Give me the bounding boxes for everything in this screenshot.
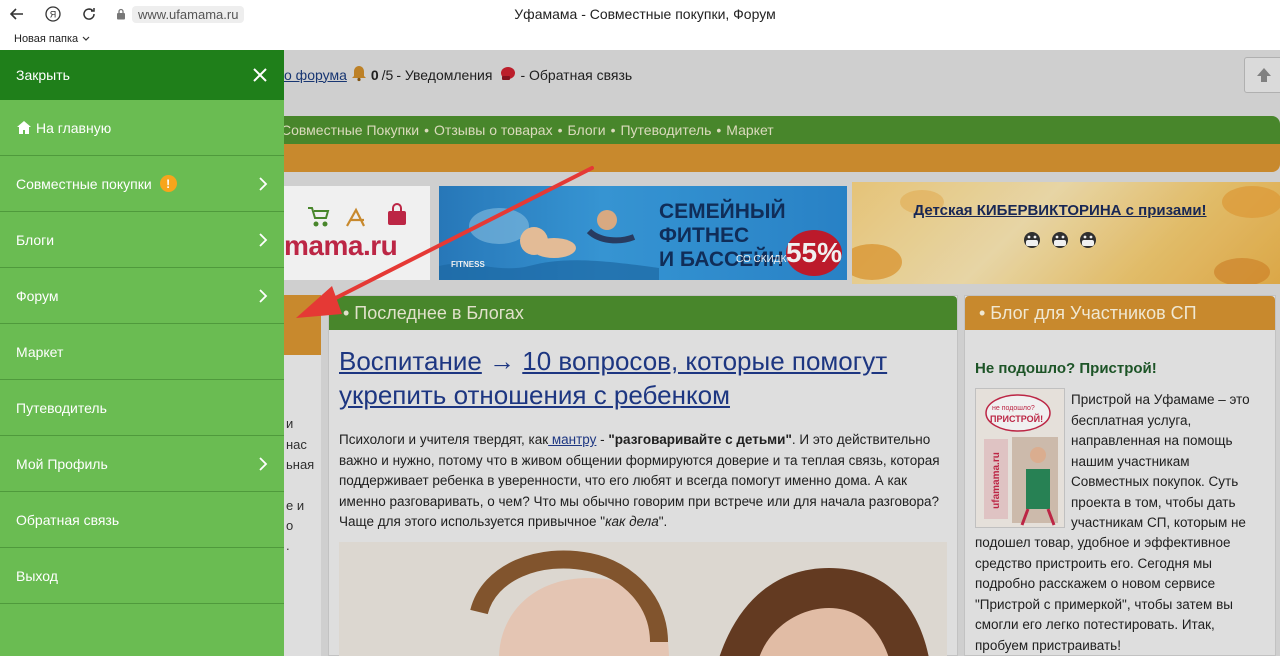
left-text-fragment: о bbox=[286, 518, 294, 533]
left-text-fragment: е и bbox=[286, 498, 305, 513]
arrow-up-icon bbox=[1257, 68, 1271, 82]
menu-item-label: Форум bbox=[16, 287, 59, 304]
menu-item-guide[interactable]: Путеводитель bbox=[0, 380, 284, 436]
home-icon bbox=[17, 121, 31, 134]
nav-separator: • bbox=[557, 122, 563, 138]
excerpt-text: Психологи и учителя твердят, как bbox=[339, 432, 549, 447]
chevron-down-icon bbox=[82, 36, 90, 41]
site-subnav-bar bbox=[284, 144, 1280, 172]
excerpt-bold: "разговаривайте с детьми" bbox=[608, 432, 792, 447]
bell-icon[interactable] bbox=[350, 64, 368, 85]
side-menu-drawer: Закрыть На главную Совместные покупки ! … bbox=[0, 50, 284, 656]
mask-face-icon bbox=[1052, 232, 1068, 248]
menu-item-label: Обратная связь bbox=[16, 511, 120, 528]
mother-child-photo bbox=[339, 542, 947, 656]
menu-item-profile[interactable]: Мой Профиль bbox=[0, 436, 284, 492]
menu-item-label: Маркет bbox=[16, 343, 64, 360]
poster-bubble-text-2: ПРИСТРОЙ! bbox=[990, 414, 1044, 424]
left-text-fragment: ьная bbox=[286, 457, 315, 472]
forum-link[interactable]: о форума bbox=[284, 67, 347, 83]
article-category-link[interactable]: Воспитание bbox=[339, 346, 482, 376]
sp-blog-header: • Блог для Участников СП bbox=[965, 296, 1275, 330]
menu-item-joint-purchases[interactable]: Совместные покупки ! bbox=[0, 156, 284, 212]
close-icon[interactable] bbox=[252, 67, 268, 83]
notif-total: /5 bbox=[381, 66, 394, 83]
browser-chrome: Я www.ufamama.ru Уфамама - Совместные по… bbox=[0, 0, 1280, 50]
menu-item-blogs[interactable]: Блоги bbox=[0, 212, 284, 268]
left-text-fragment: и bbox=[286, 416, 294, 431]
chevron-right-icon bbox=[259, 232, 268, 247]
kids-quiz-link[interactable]: Детская КИБЕРВИКТОРИНА с призами! bbox=[852, 202, 1268, 219]
left-column-header bbox=[284, 295, 321, 355]
sp-blog-column: • Блог для Участников СП Не подошло? При… bbox=[964, 295, 1276, 656]
bag-icon bbox=[388, 203, 406, 225]
feedback-link[interactable]: - Обратная связь bbox=[520, 67, 632, 83]
excerpt-italic: как дела bbox=[605, 514, 659, 529]
pristroy-image[interactable]: не подошло? ПРИСТРОЙ! ufamama.ru bbox=[975, 388, 1065, 528]
menu-item-label: Блоги bbox=[16, 231, 55, 248]
article-excerpt: Психологи и учителя твердят, как мантру … bbox=[339, 430, 949, 533]
excerpt-text: - bbox=[596, 432, 609, 447]
deckchair-icon bbox=[346, 207, 365, 227]
window-title: Уфамама - Совместные покупки, Форум bbox=[514, 6, 776, 22]
sp-blog-excerpt: Пристрой на Уфамаме – это бесплатная усл… bbox=[1071, 392, 1250, 530]
nav-item-reviews[interactable]: Отзывы о товарах bbox=[434, 122, 553, 138]
kids-quiz-banner[interactable]: Детская КИБЕРВИКТОРИНА с призами! bbox=[852, 182, 1280, 284]
fitness-brand: FITNESS bbox=[451, 260, 485, 269]
menu-item-logout[interactable]: Выход bbox=[0, 548, 284, 604]
menu-item-forum[interactable]: Форум bbox=[0, 268, 284, 324]
bookmark-folder[interactable]: Новая папка bbox=[14, 33, 90, 45]
sp-blog-subtitle[interactable]: Не подошло? Пристрой! bbox=[975, 360, 1157, 377]
bookmark-folder-label: Новая папка bbox=[14, 33, 79, 45]
title-arrow: → bbox=[481, 346, 523, 376]
menu-item-feedback[interactable]: Обратная связь bbox=[0, 492, 284, 548]
stroller-icon bbox=[308, 207, 330, 227]
mantra-link[interactable]: мантру bbox=[548, 432, 597, 447]
masks-row bbox=[1022, 230, 1098, 250]
mask-face-icon bbox=[1080, 232, 1096, 248]
excerpt-text: ". bbox=[658, 514, 668, 529]
nav-item-guide[interactable]: Путеводитель bbox=[620, 122, 711, 138]
user-topbar: о форума 0 /5 - Уведомления - Обратная с… bbox=[284, 64, 632, 85]
notif-count: 0 bbox=[370, 66, 379, 83]
menu-item-label: Путеводитель bbox=[16, 399, 107, 416]
fitness-discount-badge: 55% bbox=[786, 230, 842, 276]
site-logo-banner[interactable]: mama.ru bbox=[284, 186, 430, 280]
poster-bubble-text-1: не подошло? bbox=[992, 405, 1035, 412]
nav-item-sp[interactable]: Совместные Покупки bbox=[281, 122, 419, 138]
logo-text: mama.ru bbox=[284, 230, 398, 261]
article-photo[interactable] bbox=[339, 542, 947, 656]
alert-badge: ! bbox=[159, 175, 177, 192]
boxing-glove-icon bbox=[499, 65, 517, 84]
poster-vertical-text: ufamama.ru bbox=[990, 452, 1002, 509]
blogs-header: • Последнее в Блогах bbox=[329, 296, 957, 330]
sp-blog-excerpt-continued: подошел товар, удобное и эффективное сре… bbox=[975, 535, 1233, 653]
scroll-top-button[interactable] bbox=[1244, 57, 1280, 93]
fitness-banner[interactable]: FITNESS СЕМЕЙНЫЙ ФИТНЕС И БАССЕЙН СО СКИ… bbox=[439, 186, 847, 280]
chevron-right-icon bbox=[259, 288, 268, 303]
menu-item-label: Мой Профиль bbox=[16, 455, 108, 472]
chevron-right-icon bbox=[259, 456, 268, 471]
close-label[interactable]: Закрыть bbox=[16, 67, 70, 83]
nav-separator: • bbox=[610, 122, 616, 138]
menu-item-label: Совместные покупки bbox=[16, 175, 152, 192]
menu-item-label: Выход bbox=[16, 567, 58, 584]
nav-item-blogs[interactable]: Блоги bbox=[567, 122, 605, 138]
nav-item-market[interactable]: Маркет bbox=[726, 122, 773, 138]
left-text-fragment: нас bbox=[286, 437, 307, 452]
notif-label[interactable]: - Уведомления bbox=[396, 67, 492, 83]
mask-face-icon bbox=[1024, 232, 1040, 248]
article-title: Воспитание → 10 вопросов, которые помогу… bbox=[339, 344, 949, 412]
chevron-right-icon bbox=[259, 176, 268, 191]
menu-item-market[interactable]: Маркет bbox=[0, 324, 284, 380]
drawer-header[interactable]: Закрыть bbox=[0, 50, 284, 100]
site-nav-bar: Совместные Покупки • Отзывы о товарах • … bbox=[281, 116, 1280, 144]
menu-item-home[interactable]: На главную bbox=[0, 100, 284, 156]
nav-separator: • bbox=[716, 122, 722, 138]
left-text-fragment: . bbox=[286, 538, 290, 553]
blogs-column: • Последнее в Блогах Воспитание → 10 воп… bbox=[328, 295, 958, 656]
nav-separator: • bbox=[424, 122, 430, 138]
menu-item-label: На главную bbox=[36, 119, 112, 136]
